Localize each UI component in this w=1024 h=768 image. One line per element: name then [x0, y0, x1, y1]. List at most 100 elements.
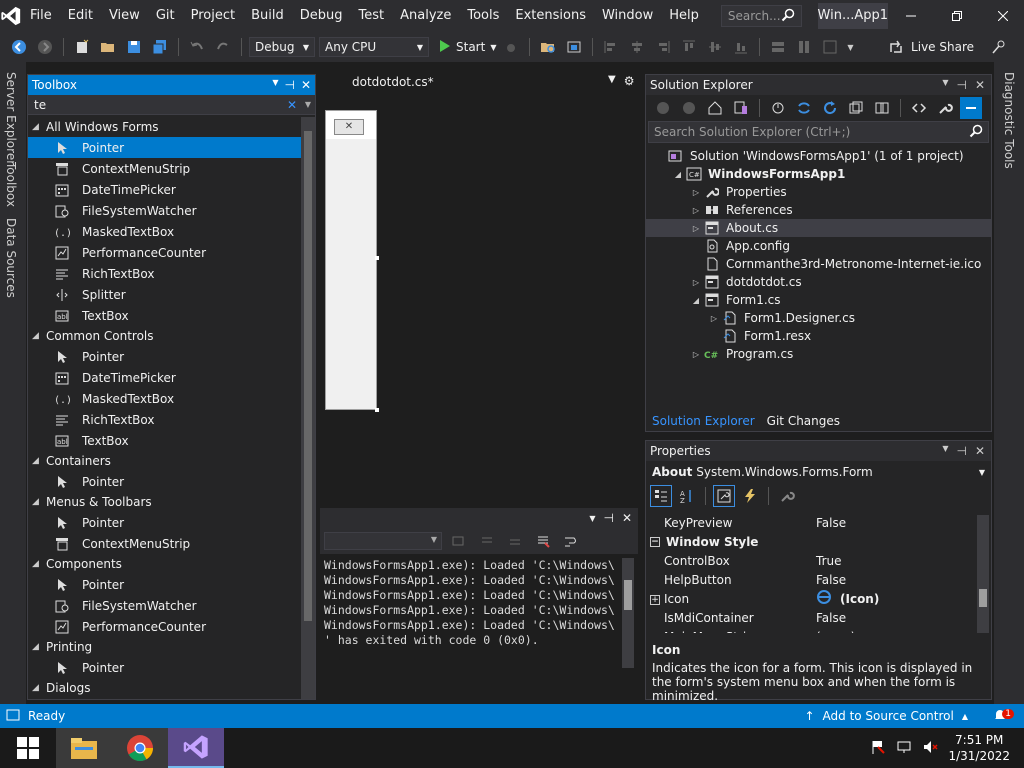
scrollbar-thumb[interactable] — [979, 589, 987, 607]
chevron-down-icon[interactable]: ▼ — [942, 444, 948, 458]
make-same-height-icon[interactable] — [793, 36, 815, 58]
toolbox-item-pointer[interactable]: Pointer — [28, 512, 302, 533]
align-left-icon[interactable] — [600, 36, 622, 58]
pin-icon[interactable]: ⊣ — [956, 78, 966, 92]
menu-tools[interactable]: Tools — [459, 0, 507, 32]
tab-list-icon[interactable]: ▼ — [608, 74, 616, 88]
tree-item-about-cs[interactable]: ▷ About.cs — [646, 219, 991, 237]
align-top-icon[interactable] — [678, 36, 700, 58]
browser-link-icon[interactable] — [563, 36, 585, 58]
property-pages-wrench-icon[interactable] — [776, 485, 798, 507]
align-right-icon[interactable] — [652, 36, 674, 58]
tree-item-references[interactable]: ▷ References — [646, 201, 991, 219]
save-all-icon[interactable] — [149, 36, 171, 58]
property-row-keypreview[interactable]: KeyPreview False — [646, 513, 976, 532]
next-message-icon[interactable] — [504, 530, 526, 552]
expand-toggle-icon[interactable]: ▷ — [708, 314, 720, 323]
toolbox-group-components[interactable]: ◢ Components — [28, 554, 302, 574]
back-icon[interactable] — [8, 36, 30, 58]
save-icon[interactable] — [123, 36, 145, 58]
toolbox-item-richtextbox[interactable]: RichTextBox — [28, 263, 302, 284]
toolbar-overflow-icon[interactable]: ▼ — [845, 36, 855, 58]
visual-studio-logo-icon[interactable] — [0, 0, 22, 32]
home-icon[interactable] — [704, 97, 726, 119]
toolbox-item-splitter[interactable]: Splitter — [28, 284, 302, 305]
toolbox-item-pointer[interactable]: Pointer — [28, 471, 302, 492]
find-in-files-icon[interactable] — [537, 36, 559, 58]
scrollbar-thumb[interactable] — [624, 580, 632, 610]
menu-analyze[interactable]: Analyze — [392, 0, 459, 32]
server-explorer-tab[interactable]: Server Explorer — [4, 72, 18, 165]
toolbox-item-textbox[interactable]: abl TextBox — [28, 430, 302, 451]
make-same-width-icon[interactable] — [767, 36, 789, 58]
toolbox-group-printing[interactable]: ◢ Printing — [28, 637, 302, 657]
toolbox-item-richtextbox[interactable]: RichTextBox — [28, 409, 302, 430]
menu-window[interactable]: Window — [594, 0, 661, 32]
back-icon[interactable] — [652, 97, 674, 119]
toolbox-item-filesystemwatcher[interactable]: FileSystemWatcher — [28, 595, 302, 616]
volume-muted-icon[interactable] — [922, 739, 938, 758]
close-icon[interactable]: ✕ — [622, 511, 632, 525]
menu-test[interactable]: Test — [351, 0, 393, 32]
chevron-down-icon[interactable]: ▼ — [272, 78, 278, 92]
properties-scrollbar[interactable] — [977, 515, 989, 633]
expand-toggle-icon[interactable]: ▷ — [690, 350, 702, 359]
expand-toggle-icon[interactable]: ▷ — [690, 224, 702, 233]
tree-item-cornmanthe3rd-metronome-internet-ie-ico[interactable]: Cornmanthe3rd-Metronome-Internet-ie.ico — [646, 255, 991, 273]
redo-icon[interactable] — [212, 36, 234, 58]
find-message-icon[interactable] — [448, 530, 470, 552]
form-close-icon[interactable]: ✕ — [334, 119, 364, 135]
properties-object-selector[interactable]: About System.Windows.Forms.Form ▼ — [646, 461, 991, 483]
expand-toggle-icon[interactable]: ▷ — [690, 206, 702, 215]
tree-item-properties[interactable]: ▷ Properties — [646, 183, 991, 201]
tree-item-solution-windowsformsapp1-1-of-1-project[interactable]: Solution 'WindowsFormsApp1' (1 of 1 proj… — [646, 147, 991, 165]
toolbox-group-dialogs[interactable]: ◢ Dialogs — [28, 678, 302, 698]
add-to-source-control-button[interactable]: Add to Source Control — [823, 709, 954, 723]
visual-studio-taskbar-icon[interactable] — [168, 728, 224, 768]
toolbox-item-maskedtextbox[interactable]: (.)MaskedTextBox — [28, 221, 302, 242]
property-row-ismdicontainer[interactable]: IsMdiContainer False — [646, 608, 976, 627]
scrollbar-thumb[interactable] — [304, 131, 312, 621]
expand-toggle-icon[interactable]: ▷ — [690, 278, 702, 287]
events-lightning-icon[interactable] — [739, 485, 761, 507]
editor-tab-dotdotdot[interactable]: dotdotdot.cs* — [352, 72, 434, 92]
properties-view-icon[interactable] — [713, 485, 735, 507]
collapse-box-icon[interactable]: − — [650, 536, 660, 547]
show-all-files-icon[interactable] — [871, 97, 893, 119]
property-row-mainmenustrip[interactable]: MainMenuStrip(none) — [646, 627, 976, 634]
toolbox-tab[interactable]: Toolbox — [4, 162, 18, 207]
forward-icon[interactable] — [678, 97, 700, 119]
tree-item-form1-cs[interactable]: ◢ Form1.cs — [646, 291, 991, 309]
property-category-window-style[interactable]: − Window Style — [646, 532, 976, 551]
output-scrollbar[interactable] — [622, 558, 634, 668]
switch-views-icon[interactable] — [730, 97, 752, 119]
menu-extensions[interactable]: Extensions — [507, 0, 594, 32]
toolbox-group-all-windows-forms[interactable]: ◢ All Windows Forms — [28, 117, 302, 137]
toolbox-item-maskedtextbox[interactable]: (.)MaskedTextBox — [28, 388, 302, 409]
chrome-icon[interactable] — [112, 728, 168, 768]
pin-icon[interactable]: ⊣ — [603, 511, 613, 525]
close-icon[interactable]: ✕ — [975, 78, 985, 92]
close-icon[interactable]: ✕ — [301, 78, 311, 92]
toolbox-item-datetimepicker[interactable]: DateTimePicker — [28, 367, 302, 388]
tree-item-dotdotdot-cs[interactable]: ▷ dotdotdot.cs — [646, 273, 991, 291]
undo-icon[interactable] — [186, 36, 208, 58]
clear-search-icon[interactable]: ✕ — [287, 98, 297, 112]
toolbox-item-performancecounter[interactable]: PerformanceCounter — [28, 242, 302, 263]
prev-message-icon[interactable] — [476, 530, 498, 552]
word-wrap-icon[interactable] — [560, 530, 582, 552]
toolbox-item-pointer[interactable]: Pointer — [28, 657, 302, 678]
tree-item-form1-resx[interactable]: Form1.resx — [646, 327, 991, 345]
configuration-dropdown[interactable]: Debug ▼ — [249, 37, 315, 57]
expand-toggle-icon[interactable]: ◢ — [690, 296, 702, 305]
refresh-icon[interactable] — [819, 97, 841, 119]
expand-toggle-icon[interactable]: ◢ — [672, 170, 684, 179]
preview-selected-items-icon[interactable] — [960, 97, 982, 119]
menu-project[interactable]: Project — [183, 0, 243, 32]
forward-icon[interactable] — [34, 36, 56, 58]
toolbox-item-pointer[interactable]: Pointer — [28, 346, 302, 367]
collapse-all-icon[interactable] — [845, 97, 867, 119]
file-explorer-icon[interactable] — [56, 728, 112, 768]
feedback-icon[interactable] — [988, 36, 1010, 58]
toolbox-item-textbox[interactable]: abl TextBox — [28, 305, 302, 326]
